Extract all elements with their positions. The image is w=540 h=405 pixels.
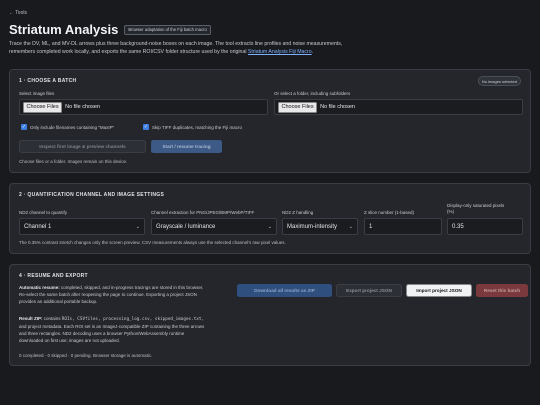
chevron-down-icon: ⌄ — [267, 223, 272, 230]
auto-resume-text: Automatic resume: completed, skipped, an… — [19, 284, 241, 305]
auto-resume-line-1: completed, skipped, and in-progress trac… — [59, 285, 204, 290]
maxip-filter-checkbox[interactable]: ✓ Only include filenames containing "Max… — [21, 124, 114, 130]
intro-line-2: remembers completed work locally, and ex… — [9, 49, 248, 55]
resume-export-card: 4 · RESUME AND EXPORT Automatic resume: … — [9, 264, 531, 366]
file-input[interactable]: Choose Files No file chosen — [19, 99, 268, 115]
subtitle-pill: Browser adaptation of the Fiji batch mac… — [124, 24, 211, 35]
result-zip-line-2: and project metadata. Each ROI set is an… — [19, 324, 205, 329]
chevron-down-icon: ⌄ — [348, 223, 353, 230]
choose-folder-button[interactable]: Choose Files — [278, 101, 318, 113]
skip-tiff-checkbox[interactable]: ✓ Skip TIFF duplicates, matching the Fij… — [143, 124, 242, 130]
checkmark-icon: ✓ — [21, 124, 27, 130]
nd2-channel-label: ND2 channel to quantify — [19, 210, 68, 215]
choose-files-button[interactable]: Choose Files — [23, 101, 63, 113]
files-label: Select image files — [19, 91, 55, 96]
folder-label: Or select a folder, including subfolders — [274, 91, 351, 96]
page-title: Striatum Analysis — [9, 22, 119, 37]
inspect-first-image-button[interactable]: Inspect first image & preview channels — [19, 140, 146, 153]
nd2-channel-select[interactable]: Channel 1 ⌄ — [19, 218, 145, 235]
z-slice-input[interactable]: 1 — [364, 218, 442, 235]
maxip-filter-label: Only include filenames containing "MaxIP… — [30, 124, 115, 130]
result-zip-line-3: and three rectangles. ND2 decoding uses … — [19, 331, 185, 336]
progress-status: 0 completed · 0 skipped · 0 pending. Bro… — [19, 353, 153, 358]
z-slice-label: Z slice number (1-based) — [364, 210, 415, 215]
back-link[interactable]: ← Tools — [9, 10, 27, 16]
auto-resume-line-3: provides an additional portable backup. — [19, 299, 98, 304]
header: Striatum Analysis Browser adaptation of … — [9, 22, 211, 37]
result-zip-contains: contains — [42, 316, 62, 321]
result-zip-bold: Result ZIP: — [19, 316, 43, 321]
choose-batch-card: 1 · CHOOSE A BATCH No images selected Se… — [9, 69, 531, 173]
result-zip-line-4: downloaded on first use; images are not … — [19, 338, 120, 343]
quantification-card: 2 · QUANTIFICATION CHANNEL AND IMAGE SET… — [9, 183, 531, 254]
z-handling-select[interactable]: Maximum-intensity ⌄ — [282, 218, 358, 235]
intro-period: . — [311, 49, 314, 55]
nd2-channel-value: Channel 1 — [24, 223, 52, 230]
chevron-down-icon: ⌄ — [135, 223, 140, 230]
saturated-label-line-2: (%) — [447, 209, 454, 214]
batch-hint: Choose files or a folder. Images remain … — [19, 159, 128, 164]
saturated-value: 0.35 — [452, 223, 464, 230]
intro-line-1: Trace the DV, ML, and MV-DL arrows plus … — [9, 41, 343, 47]
download-zip-button[interactable]: Download all results as ZIP — [237, 284, 332, 297]
import-json-button[interactable]: Import project JSON — [406, 284, 472, 297]
saturated-input[interactable]: 0.35 — [447, 218, 523, 235]
z-handling-value: Maximum-intensity — [287, 223, 338, 230]
no-file-text: No file chosen — [65, 104, 100, 110]
z-slice-value: 1 — [369, 223, 373, 230]
auto-resume-bold: Automatic resume: — [19, 285, 60, 290]
extraction-select[interactable]: Grayscale / luminance ⌄ — [151, 218, 277, 235]
section-title-quant: 2 · QUANTIFICATION CHANNEL AND IMAGE SET… — [19, 192, 165, 198]
section-title-batch: 1 · CHOOSE A BATCH — [19, 78, 77, 84]
no-folder-text: No file chosen — [320, 104, 355, 110]
auto-resume-line-2: Re-select the same batch after reopening… — [19, 292, 197, 297]
extraction-label: Channel extraction for PNG/JPEG/BMP/WebP… — [151, 210, 255, 215]
contrast-note: The 0.35% contrast stretch changes only … — [19, 240, 286, 245]
extraction-value: Grayscale / luminance — [156, 223, 216, 230]
start-tracing-button[interactable]: Start / resume tracing — [151, 140, 222, 153]
export-json-button[interactable]: Export project JSON — [336, 284, 402, 297]
z-handling-label: ND2 Z handling — [282, 210, 314, 215]
result-zip-files: ROIs, CSVfiles, processing_log.csv, skip… — [61, 317, 205, 322]
folder-input[interactable]: Choose Files No file chosen — [274, 99, 523, 115]
saturated-label-line-1: Display-only saturated pixels — [447, 203, 505, 208]
images-status-badge: No images selected — [477, 76, 521, 86]
fiji-macro-link[interactable]: Striatum Analysis Fiji Macro — [248, 49, 312, 55]
checkmark-icon: ✓ — [143, 124, 149, 130]
reset-batch-button[interactable]: Reset this batch — [476, 284, 528, 297]
saturated-label: Display-only saturated pixels (%) — [447, 203, 504, 215]
result-zip-text: Result ZIP: contains ROIs, CSVfiles, pro… — [19, 315, 241, 344]
section-title-resume: 4 · RESUME AND EXPORT — [19, 273, 88, 279]
intro-text: Trace the DV, ML, and MV-DL arrows plus … — [9, 40, 529, 56]
skip-tiff-label: Skip TIFF duplicates, matching the Fiji … — [152, 124, 242, 130]
